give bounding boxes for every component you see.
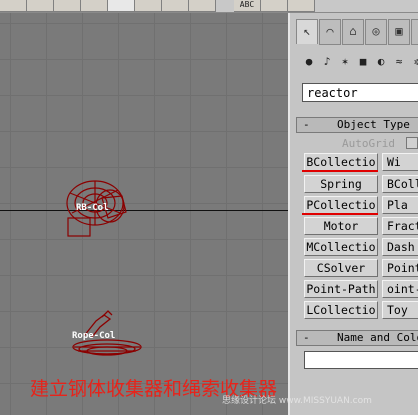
point-point-button[interactable]: oint-	[382, 280, 418, 298]
lcollection-button[interactable]: LCollectio	[304, 301, 378, 319]
motor-button[interactable]: Motor	[304, 217, 378, 235]
lights-icon[interactable]: ✶	[338, 55, 352, 69]
toolbar-button-7[interactable]	[162, 0, 189, 12]
rope-col-label: Rope-Col	[72, 331, 116, 341]
bcollection2-button[interactable]: BColl	[382, 175, 418, 193]
toolbar-button-6[interactable]	[135, 0, 162, 12]
toolbar-button-4[interactable]	[81, 0, 108, 12]
systems-icon[interactable]: ✲	[410, 55, 418, 69]
category-dropdown[interactable]: reactor	[302, 83, 418, 102]
cameras-icon[interactable]: ■	[356, 55, 370, 69]
fracture-button[interactable]: Fract	[382, 217, 418, 235]
toolbar-button-11[interactable]	[288, 0, 315, 12]
toolbar-button-1[interactable]	[0, 0, 27, 12]
hierarchy-tab-icon[interactable]: ⌂	[342, 19, 364, 45]
utilities-tab-icon[interactable]: ⚒	[411, 19, 418, 45]
dashpot-button[interactable]: Dash	[382, 238, 418, 256]
plane-button[interactable]: Pla	[382, 196, 418, 214]
object-type-title: Object Type	[337, 118, 410, 131]
toolbar-button-5[interactable]	[108, 0, 135, 12]
command-panel: ↖ ⌒ ⌂ ◎ ▣ ⚒ ● ♪ ✶ ■ ◐ ≈ ✲ reactor - Obje…	[288, 13, 418, 415]
helpers-icon[interactable]: ◐	[374, 55, 388, 69]
viewport[interactable]: RB-Col Rope-Col	[0, 13, 288, 415]
object-type-rollout[interactable]: - Object Type	[296, 117, 418, 133]
autogrid-checkbox[interactable]	[406, 137, 418, 149]
toolbar-button-abc[interactable]: ABC	[234, 0, 261, 12]
mcollection-button[interactable]: MCollectio	[304, 238, 378, 256]
modify-tab-icon[interactable]: ⌒	[319, 19, 341, 45]
point-button[interactable]: Point	[382, 259, 418, 277]
home-grid-axis-line	[0, 210, 288, 211]
motion-tab-icon[interactable]: ◎	[365, 19, 387, 45]
autogrid-label: AutoGrid	[342, 137, 395, 150]
create-tab-icon[interactable]: ↖	[296, 19, 318, 44]
watermark: 思缘设计论坛 www.MISSYUAN.com	[222, 396, 372, 406]
main-toolbar: ABC	[0, 0, 418, 13]
toolbar-button-8[interactable]	[189, 0, 216, 12]
rb-col-label: RB-Col	[76, 203, 109, 213]
rollout-collapse-icon-2: -	[303, 331, 310, 344]
pcollection-button[interactable]: PCollectio	[304, 196, 378, 214]
spacewarps-icon[interactable]: ≈	[392, 55, 406, 69]
wind-button[interactable]: Wi	[382, 153, 418, 171]
object-name-field[interactable]	[304, 351, 418, 369]
toolbar-button-10[interactable]	[261, 0, 288, 12]
name-color-rollout[interactable]: - Name and Colo	[296, 330, 418, 346]
pcollection-highlight	[302, 213, 378, 215]
geometry-icon[interactable]: ●	[302, 55, 316, 69]
spring-button[interactable]: Spring	[304, 175, 378, 193]
bcollection-button[interactable]: BCollectio	[304, 153, 378, 171]
bcollection-highlight	[302, 170, 378, 172]
point-path-button[interactable]: Point-Path	[304, 280, 378, 298]
toolbar-button-3[interactable]	[54, 0, 81, 12]
csolver-button[interactable]: CSolver	[304, 259, 378, 277]
rollout-collapse-icon: -	[303, 118, 310, 131]
shapes-icon[interactable]: ♪	[320, 55, 334, 69]
toy-car-button[interactable]: Toy	[382, 301, 418, 319]
display-tab-icon[interactable]: ▣	[388, 19, 410, 45]
name-color-title: Name and Colo	[337, 331, 418, 344]
toolbar-button-2[interactable]	[27, 0, 54, 12]
